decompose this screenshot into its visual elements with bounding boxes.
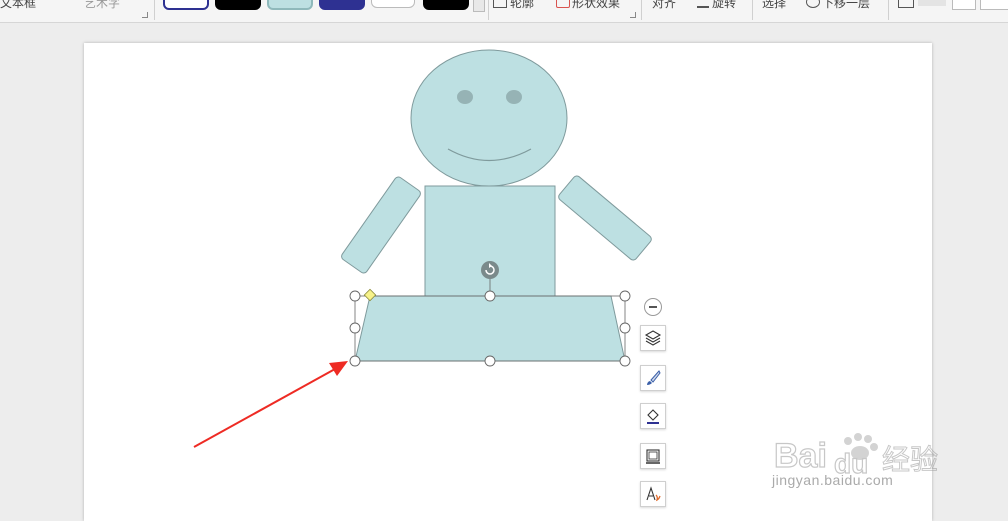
layers-icon (644, 330, 662, 346)
rotate-handle-icon[interactable] (481, 261, 499, 279)
left-arm-shape[interactable] (340, 175, 422, 274)
left-eye-shape[interactable] (457, 90, 473, 104)
svg-text:Bai: Bai (774, 437, 827, 475)
fill-bucket-icon (647, 409, 659, 424)
collapse-icon[interactable] (644, 298, 662, 316)
layout-options-button[interactable] (640, 325, 666, 351)
resize-handle-nw[interactable] (349, 290, 361, 302)
trapezoid-shape[interactable] (354, 295, 626, 362)
resize-handle-ne[interactable] (619, 290, 631, 302)
shape-outline-icon (646, 449, 660, 464)
resize-handle-w[interactable] (349, 322, 361, 334)
shape-outline-button[interactable] (640, 443, 666, 469)
resize-handle-s[interactable] (484, 355, 496, 367)
right-eye-shape[interactable] (506, 90, 522, 104)
head-shape[interactable] (410, 49, 568, 187)
resize-handle-n[interactable] (484, 290, 496, 302)
right-arm-shape[interactable] (557, 174, 653, 261)
resize-handle-sw[interactable] (349, 355, 361, 367)
text-style-icon (646, 486, 661, 502)
text-effect-button[interactable] (640, 481, 666, 507)
resize-handle-se[interactable] (619, 355, 631, 367)
watermark-url: jingyan.baidu.com (772, 472, 894, 488)
annotation-arrow (193, 361, 348, 448)
resize-handle-e[interactable] (619, 322, 631, 334)
brush-icon (647, 370, 661, 385)
shape-fill-button[interactable] (640, 403, 666, 429)
shape-style-button[interactable] (640, 365, 666, 391)
